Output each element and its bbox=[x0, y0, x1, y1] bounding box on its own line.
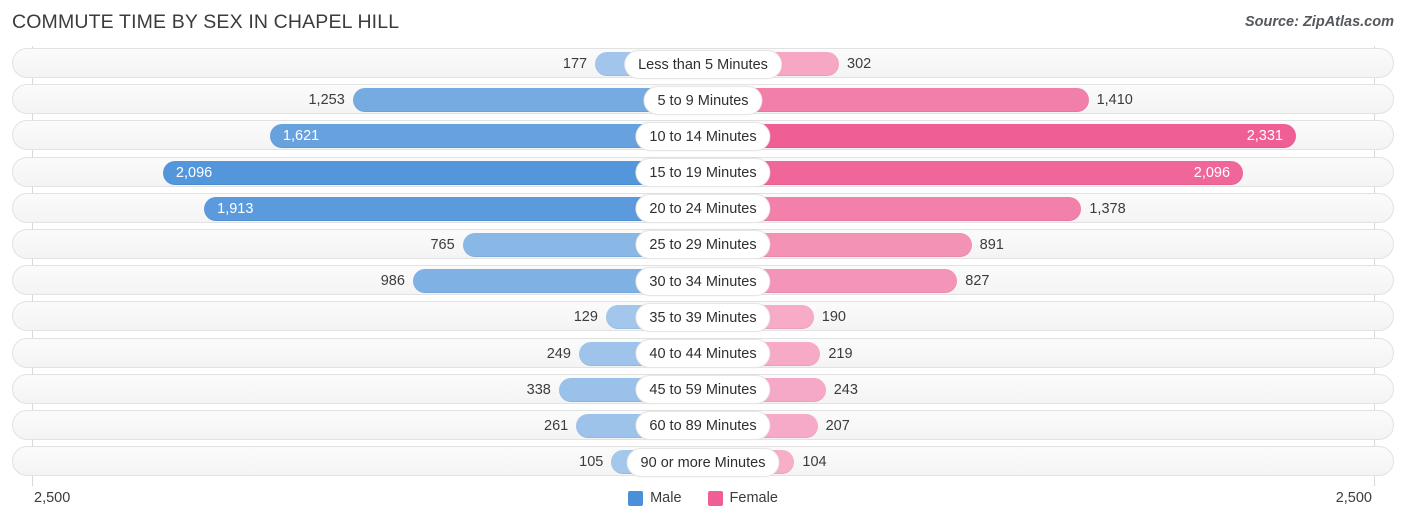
bar-row: 249 219 40 to 44 Minutes bbox=[0, 336, 1406, 372]
value-label-female: 1,378 bbox=[1089, 200, 1126, 217]
bar-row: 261 207 60 to 89 Minutes bbox=[0, 408, 1406, 444]
legend-item-male[interactable]: Male bbox=[628, 490, 682, 506]
value-label-female: 219 bbox=[828, 345, 853, 362]
value-label-male: 177 bbox=[562, 56, 588, 72]
value-label-male: 1,253 bbox=[308, 92, 345, 109]
bar-row: 1,253 1,410 5 to 9 Minutes bbox=[0, 82, 1406, 118]
chart-plot-area: 177 302 Less than 5 Minutes 1,253 1,410 5 to … bbox=[0, 46, 1406, 486]
chart-footer: 2,500 2,500 Male Female bbox=[0, 486, 1406, 523]
category-label[interactable]: 35 to 39 Minutes bbox=[635, 302, 771, 332]
category-label[interactable]: 20 to 24 Minutes bbox=[635, 194, 771, 224]
legend-label: Male bbox=[650, 490, 682, 506]
value-label-female: 1,410 bbox=[1096, 92, 1133, 109]
value-label-female: 207 bbox=[825, 417, 850, 434]
legend-item-female[interactable]: Female bbox=[707, 490, 778, 506]
legend-swatch-icon bbox=[707, 490, 723, 506]
category-label[interactable]: 60 to 89 Minutes bbox=[635, 411, 771, 441]
bar-male[interactable] bbox=[162, 160, 703, 185]
value-label-male: 105 bbox=[579, 454, 604, 471]
row-bars: 177 302 Less than 5 Minutes bbox=[0, 46, 1406, 82]
row-bars: 1,253 1,410 5 to 9 Minutes bbox=[0, 82, 1406, 118]
category-label[interactable]: Less than 5 Minutes bbox=[624, 49, 782, 79]
row-bars: 105 104 90 or more Minutes bbox=[0, 444, 1406, 480]
value-label-female: 190 bbox=[821, 309, 846, 326]
value-label-male: 2,096 bbox=[175, 164, 213, 181]
row-bars: 249 219 40 to 44 Minutes bbox=[0, 336, 1406, 372]
value-label-male: 261 bbox=[544, 417, 569, 434]
value-label-female: 104 bbox=[802, 454, 827, 471]
bar-male[interactable] bbox=[204, 196, 703, 221]
value-label-female: 302 bbox=[847, 56, 872, 72]
row-bars: 2,096 2,096 15 to 19 Minutes bbox=[0, 155, 1406, 191]
bar-row: 338 243 45 to 59 Minutes bbox=[0, 372, 1406, 408]
value-label-male: 986 bbox=[380, 273, 405, 290]
legend-swatch-icon bbox=[628, 490, 644, 506]
row-bars: 338 243 45 to 59 Minutes bbox=[0, 372, 1406, 408]
value-label-male: 1,621 bbox=[282, 128, 320, 145]
category-label[interactable]: 45 to 59 Minutes bbox=[635, 375, 771, 405]
page-title: COMMUTE TIME BY SEX IN CHAPEL HILL bbox=[12, 11, 400, 33]
bar-row: 986 827 30 to 34 Minutes bbox=[0, 263, 1406, 299]
category-label[interactable]: 90 or more Minutes bbox=[626, 447, 780, 477]
category-label[interactable]: 40 to 44 Minutes bbox=[635, 339, 771, 368]
category-label[interactable]: 30 to 34 Minutes bbox=[635, 266, 771, 296]
bar-row: 177 302 Less than 5 Minutes bbox=[0, 46, 1406, 82]
value-label-male: 1,913 bbox=[217, 200, 254, 217]
row-bars: 1,913 1,378 20 to 24 Minutes bbox=[0, 191, 1406, 227]
row-bars: 986 827 30 to 34 Minutes bbox=[0, 263, 1406, 299]
value-label-female: 891 bbox=[979, 236, 1004, 253]
legend-label: Female bbox=[729, 490, 778, 506]
bar-row: 2,096 2,096 15 to 19 Minutes bbox=[0, 155, 1406, 191]
chart-legend: Male Female bbox=[0, 490, 1406, 506]
bar-row: 105 104 90 or more Minutes bbox=[0, 444, 1406, 480]
value-label-female: 243 bbox=[833, 381, 858, 398]
category-label[interactable]: 10 to 14 Minutes bbox=[635, 121, 771, 151]
value-label-male: 338 bbox=[526, 381, 551, 398]
bar-row: 129 190 35 to 39 Minutes bbox=[0, 299, 1406, 335]
bar-row: 1,621 2,331 10 to 14 Minutes bbox=[0, 118, 1406, 154]
value-label-female: 827 bbox=[965, 273, 990, 290]
row-bars: 765 891 25 to 29 Minutes bbox=[0, 227, 1406, 263]
row-bars: 129 190 35 to 39 Minutes bbox=[0, 299, 1406, 335]
source-attribution: Source: ZipAtlas.com bbox=[1244, 14, 1394, 30]
value-label-male: 249 bbox=[546, 345, 571, 362]
chart-header: COMMUTE TIME BY SEX IN CHAPEL HILL Sourc… bbox=[0, 0, 1406, 46]
bar-row: 1,913 1,378 20 to 24 Minutes bbox=[0, 191, 1406, 227]
row-bars: 1,621 2,331 10 to 14 Minutes bbox=[0, 118, 1406, 154]
category-label[interactable]: 15 to 19 Minutes bbox=[635, 158, 771, 188]
value-label-male: 765 bbox=[430, 236, 455, 253]
category-label[interactable]: 25 to 29 Minutes bbox=[635, 230, 771, 260]
value-label-female: 2,331 bbox=[1246, 128, 1283, 145]
bar-rows: 177 302 Less than 5 Minutes 1,253 1,410 5 to … bbox=[0, 46, 1406, 480]
value-label-female: 2,096 bbox=[1193, 164, 1231, 181]
category-label[interactable]: 5 to 9 Minutes bbox=[643, 85, 763, 115]
value-label-male: 129 bbox=[573, 309, 598, 326]
row-bars: 261 207 60 to 89 Minutes bbox=[0, 408, 1406, 444]
bar-row: 765 891 25 to 29 Minutes bbox=[0, 227, 1406, 263]
